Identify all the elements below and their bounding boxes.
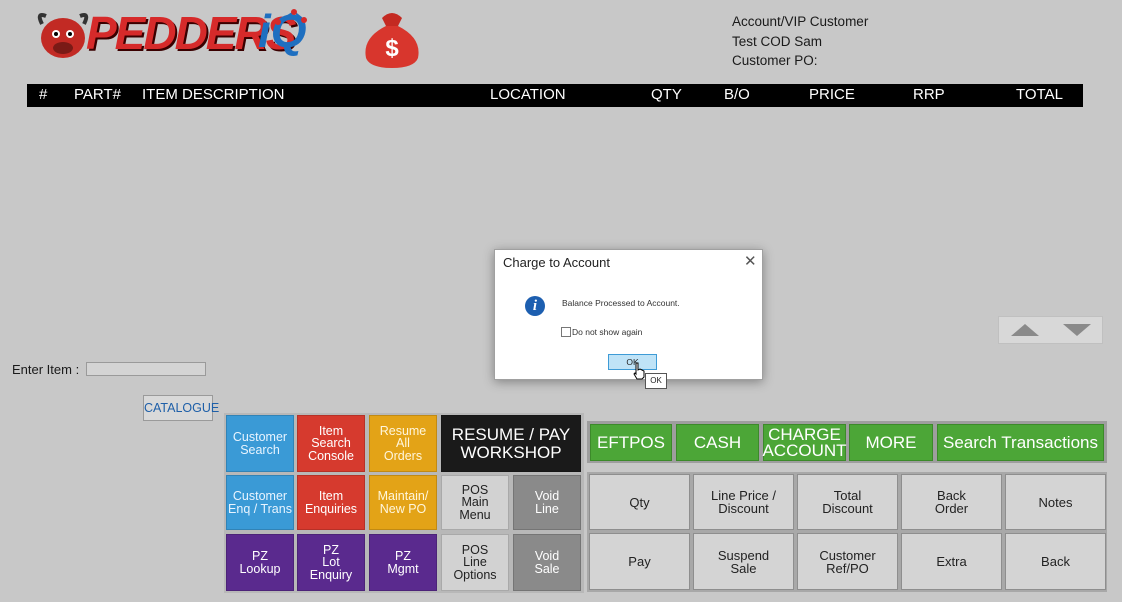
charge-to-account-dialog: Charge to Account ✕ i Balance Processed … — [494, 249, 763, 380]
col-total: TOTAL — [1016, 86, 1063, 103]
resume-all-orders-button[interactable]: Resume All Orders — [369, 415, 437, 472]
col-price: PRICE — [809, 86, 855, 103]
maintain-new-po-button[interactable]: Maintain/ New PO — [369, 475, 437, 530]
close-icon[interactable]: ✕ — [744, 252, 757, 270]
col-location: LOCATION — [490, 86, 566, 103]
resume-pay-workshop-button[interactable]: RESUME / PAY WORKSHOP — [441, 415, 581, 472]
qty-button[interactable]: Qty — [589, 474, 690, 530]
customer-type: Account/VIP Customer — [732, 14, 869, 29]
hand-cursor-icon — [633, 362, 645, 380]
info-icon: i — [525, 296, 545, 316]
notes-button[interactable]: Notes — [1005, 474, 1106, 530]
back-order-button[interactable]: Back Order — [901, 474, 1002, 530]
money-bag-icon: $ — [365, 13, 419, 68]
bull-mascot-icon — [37, 13, 89, 58]
line-price-discount-button[interactable]: Line Price / Discount — [693, 474, 794, 530]
col-qty: QTY — [651, 86, 682, 103]
pos-line-options-button[interactable]: POS Line Options — [441, 534, 509, 591]
customer-enq-trans-button[interactable]: Customer Enq / Trans — [226, 475, 294, 530]
item-search-console-button[interactable]: Item Search Console — [297, 415, 365, 472]
customer-search-button[interactable]: Customer Search — [226, 415, 294, 472]
suspend-sale-button[interactable]: Suspend Sale — [693, 533, 794, 590]
col-description: ITEM DESCRIPTION — [142, 86, 285, 103]
pay-button[interactable]: Pay — [589, 533, 690, 590]
arrow-up-icon[interactable] — [1011, 324, 1039, 336]
do-not-show-checkbox[interactable] — [561, 327, 571, 337]
eftpos-button[interactable]: EFTPOS — [590, 424, 672, 461]
more-button[interactable]: MORE — [849, 424, 933, 461]
total-discount-button[interactable]: Total Discount — [797, 474, 898, 530]
enter-item-input[interactable] — [86, 362, 206, 376]
customer-info: Account/VIP Customer Test COD Sam Custom… — [732, 12, 868, 71]
brand-logo: PEDDERS iQ — [34, 5, 326, 66]
dialog-message: Balance Processed to Account. — [562, 298, 680, 308]
col-num: # — [39, 86, 48, 103]
col-part: PART# — [74, 86, 121, 103]
arrow-down-icon[interactable] — [1063, 324, 1091, 336]
enter-item-label: Enter Item : — [12, 362, 80, 377]
network-icon — [275, 9, 307, 25]
pz-lookup-button[interactable]: PZ Lookup — [226, 534, 294, 591]
dialog-title: Charge to Account — [503, 255, 610, 270]
do-not-show-label: Do not show again — [572, 327, 643, 337]
search-transactions-button[interactable]: Search Transactions — [937, 424, 1104, 461]
catalogue-button[interactable]: CATALOGUE — [143, 395, 219, 421]
cash-button[interactable]: CASH — [676, 424, 759, 461]
void-sale-button[interactable]: Void Sale — [513, 534, 581, 591]
item-enquiries-button[interactable]: Item Enquiries — [297, 475, 365, 530]
back-button[interactable]: Back — [1005, 533, 1106, 590]
svg-text:$: $ — [385, 35, 399, 62]
pos-main-menu-button[interactable]: POS Main Menu — [441, 475, 509, 530]
ok-tooltip: OK — [645, 373, 667, 389]
scroll-controls — [998, 316, 1103, 344]
customer-ref-po-button[interactable]: Customer Ref/PO — [797, 533, 898, 590]
void-line-button[interactable]: Void Line — [513, 475, 581, 530]
col-bo: B/O — [724, 86, 750, 103]
extra-button[interactable]: Extra — [901, 533, 1002, 590]
items-table-header: # PART# ITEM DESCRIPTION LOCATION QTY B/… — [27, 84, 1083, 107]
customer-name: Test COD Sam — [732, 33, 823, 49]
col-rrp: RRP — [913, 86, 945, 103]
pz-lot-enquiry-button[interactable]: PZ Lot Enquiry — [297, 534, 365, 591]
pz-mgmt-button[interactable]: PZ Mgmt — [369, 534, 437, 591]
charge-account-button[interactable]: CHARGE ACCOUNT — [762, 424, 847, 461]
customer-po: Customer PO: — [732, 53, 818, 68]
